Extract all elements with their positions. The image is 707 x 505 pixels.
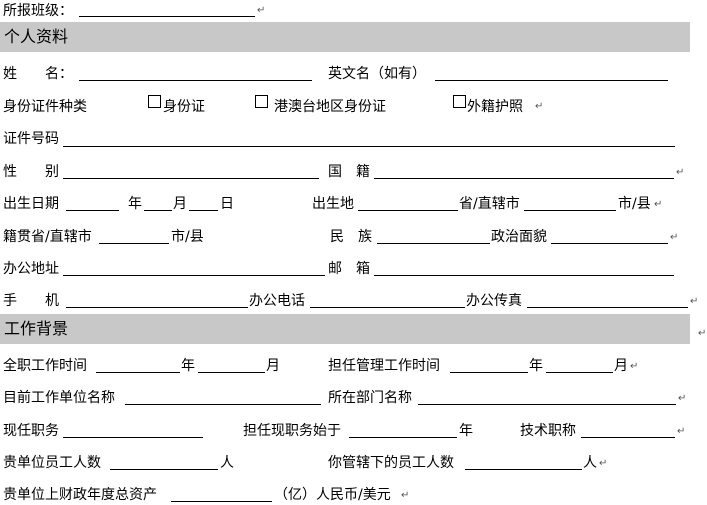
gender-label: 性 别 <box>3 164 59 180</box>
class-label: 所报班级： <box>3 3 73 19</box>
foreign-passport-checkbox[interactable] <box>453 95 466 108</box>
office-phone-input[interactable] <box>310 307 465 308</box>
mgmt-year-input[interactable] <box>450 372 528 373</box>
nationality-input[interactable] <box>374 178 674 179</box>
mgmt-time-label: 担任管理工作时间 <box>328 358 440 374</box>
mgmt-year-unit: 年 <box>529 358 543 374</box>
fulltime-month-input[interactable] <box>198 372 265 373</box>
id-type-label: 身份证件种类 <box>3 99 87 115</box>
employees-input[interactable] <box>110 469 218 470</box>
mobile-input[interactable] <box>66 307 248 308</box>
department-input[interactable] <box>418 404 676 405</box>
political-input[interactable] <box>551 243 668 244</box>
name-label: 姓 名： <box>3 66 73 82</box>
office-phone-label: 办公电话 <box>249 293 305 309</box>
subordinates-unit: 人 <box>583 455 597 471</box>
native-place-label: 籍贯省/直辖市 <box>3 229 92 245</box>
email-label: 邮 箱 <box>328 261 370 277</box>
fulltime-year-unit: 年 <box>181 358 195 374</box>
section-work-title: 工作背景 <box>4 319 69 338</box>
mgmt-month-unit: 月 <box>614 358 628 374</box>
position-label: 现任职务 <box>3 423 59 439</box>
office-address-label: 办公地址 <box>3 261 59 277</box>
birth-year-input[interactable] <box>66 210 119 211</box>
english-name-label: 英文名（如有） <box>328 66 426 82</box>
id-card-checkbox[interactable] <box>148 95 161 108</box>
department-label: 所在部门名称 <box>328 390 412 406</box>
id-number-input[interactable] <box>63 146 675 147</box>
assets-unit: （亿）人民币/美元 <box>274 487 391 503</box>
birth-day-unit: 日 <box>220 196 234 212</box>
paragraph-mark: ↵ <box>677 426 686 437</box>
tech-title-input[interactable] <box>581 437 675 438</box>
id-card-option: 身份证 <box>163 99 205 115</box>
email-input[interactable] <box>374 275 674 276</box>
mgmt-month-input[interactable] <box>546 372 613 373</box>
paragraph-mark: ↵ <box>401 490 410 501</box>
birthplace-label: 出生地 <box>312 196 354 212</box>
paragraph-mark: ↵ <box>670 232 679 243</box>
birthplace-city-unit: 市/县 <box>618 196 651 212</box>
paragraph-mark: ↵ <box>676 167 685 178</box>
paragraph-mark: ↵ <box>654 199 663 210</box>
english-name-input[interactable] <box>435 80 668 81</box>
paragraph-mark: ↵ <box>690 296 699 307</box>
paragraph-mark: ↵ <box>535 101 544 112</box>
native-city-unit: 市/县 <box>171 229 204 245</box>
birth-year-unit: 年 <box>128 196 142 212</box>
company-label: 目前工作单位名称 <box>3 390 115 406</box>
foreign-passport-option: 外籍护照 <box>467 99 523 115</box>
tech-title-label: 技术职称 <box>520 423 576 439</box>
class-input[interactable] <box>79 16 255 17</box>
fulltime-year-input[interactable] <box>96 372 180 373</box>
assets-label: 贵单位上财政年度总资产 <box>3 487 157 503</box>
employees-unit: 人 <box>220 455 234 471</box>
ethnicity-label: 民 族 <box>330 229 372 245</box>
native-province-input[interactable] <box>99 243 169 244</box>
birthplace-province-input[interactable] <box>358 210 458 211</box>
birth-day-input[interactable] <box>189 210 218 211</box>
paragraph-mark: ↵ <box>698 328 707 339</box>
political-label: 政治面貌 <box>491 229 547 245</box>
birth-month-unit: 月 <box>173 196 187 212</box>
section-work-header: 工作背景 <box>0 314 690 344</box>
employees-label: 贵单位员工人数 <box>3 455 101 471</box>
company-input[interactable] <box>125 404 321 405</box>
birth-month-input[interactable] <box>144 210 172 211</box>
fulltime-month-unit: 月 <box>266 358 280 374</box>
birthplace-city-input[interactable] <box>524 210 616 211</box>
paragraph-mark: ↵ <box>599 458 608 469</box>
paragraph-mark: ↵ <box>257 5 266 16</box>
hk-macau-tw-id-option: 港澳台地区身份证 <box>274 99 386 115</box>
position-since-label: 担任现职务始于 <box>243 423 341 439</box>
section-personal-title: 个人资料 <box>4 27 69 46</box>
position-input[interactable] <box>63 437 203 438</box>
office-fax-label: 办公传真 <box>466 293 522 309</box>
position-since-unit: 年 <box>459 423 473 439</box>
hk-macau-tw-id-checkbox[interactable] <box>255 95 268 108</box>
assets-input[interactable] <box>171 501 272 502</box>
section-personal-header: 个人资料 <box>0 22 690 52</box>
position-since-input[interactable] <box>349 437 457 438</box>
gender-input[interactable] <box>63 178 319 179</box>
ethnicity-input[interactable] <box>377 243 490 244</box>
birth-date-label: 出生日期 <box>3 196 59 212</box>
id-number-label: 证件号码 <box>3 131 59 147</box>
office-fax-input[interactable] <box>527 307 688 308</box>
mobile-label: 手 机 <box>3 293 59 309</box>
birthplace-province-unit: 省/直辖市 <box>459 196 520 212</box>
paragraph-mark: ↵ <box>630 361 639 372</box>
nationality-label: 国 籍 <box>328 164 370 180</box>
fulltime-label: 全职工作时间 <box>3 358 87 374</box>
subordinates-input[interactable] <box>465 469 582 470</box>
name-input[interactable] <box>79 80 312 81</box>
office-address-input[interactable] <box>63 275 325 276</box>
subordinates-label: 你管辖下的员工人数 <box>328 455 454 471</box>
paragraph-mark: ↵ <box>678 393 687 404</box>
